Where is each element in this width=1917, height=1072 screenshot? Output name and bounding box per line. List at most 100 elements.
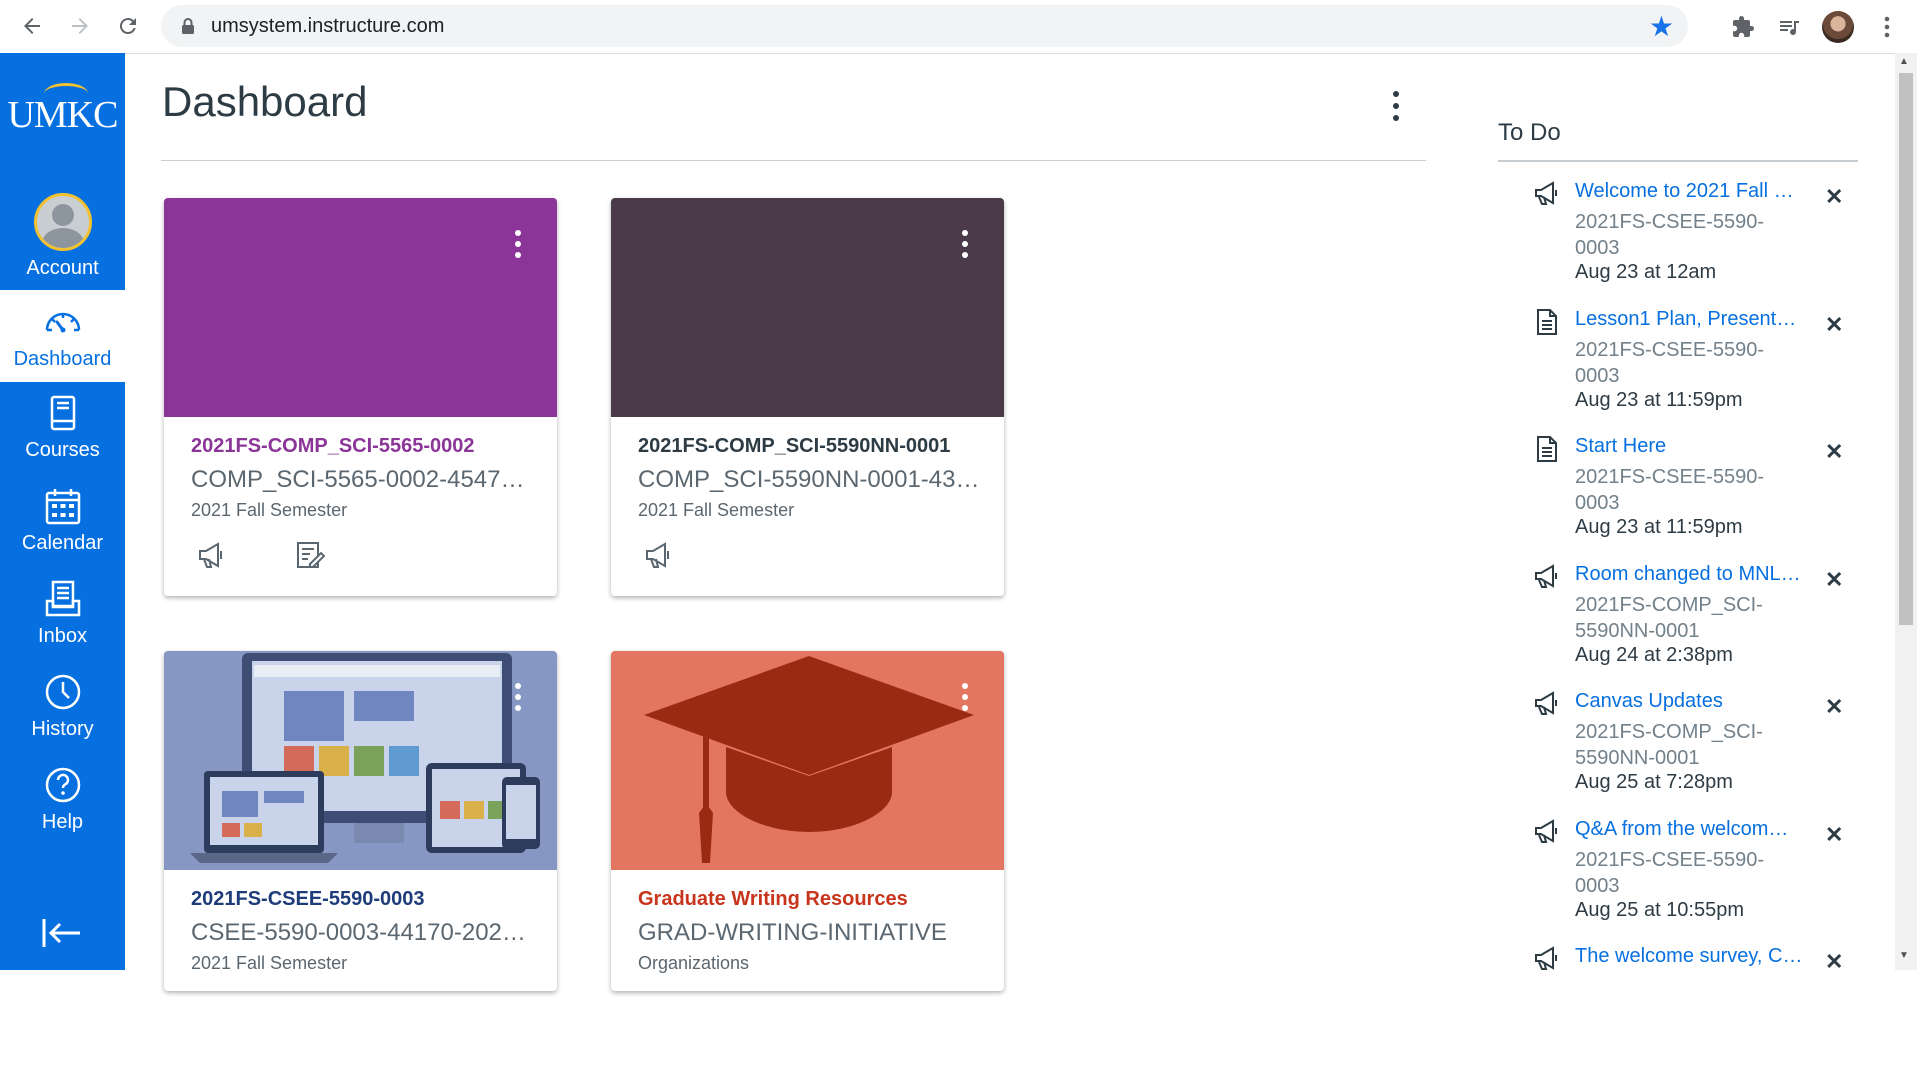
card-hero[interactable] bbox=[611, 651, 1004, 870]
todo-item-title[interactable]: Welcome to 2021 Fall Semester bbox=[1575, 180, 1805, 203]
todo-item[interactable]: The welcome survey, C… ✕ bbox=[1533, 945, 1863, 1072]
card-course-title[interactable]: 2021FS-COMP_SCI-5590NN-0001 bbox=[638, 435, 950, 458]
nav-history[interactable]: History bbox=[0, 660, 125, 752]
profile-avatar[interactable] bbox=[1822, 11, 1854, 43]
title-divider bbox=[161, 160, 1426, 161]
nav-courses[interactable]: Courses bbox=[0, 381, 125, 473]
todo-item[interactable]: Welcome to 2021 Fall Semester 2021FS-CSEE… bbox=[1533, 180, 1863, 307]
todo-item-title[interactable]: Canvas Updates bbox=[1575, 690, 1805, 713]
account-avatar-icon bbox=[33, 193, 92, 251]
todo-item[interactable]: Room changed to MNL… 2021FS-COMP_SCI-5590… bbox=[1533, 563, 1863, 690]
nav-calendar-label: Calendar bbox=[21, 532, 104, 554]
global-navigation: UMKC Account Dashboard Courses Calendar … bbox=[0, 53, 125, 970]
todo-item-date: Aug 25 at 7:28pm bbox=[1575, 771, 1733, 793]
todo-item-course: 2021FS-CSEE-5590-0003 bbox=[1575, 338, 1764, 387]
assignments-icon[interactable] bbox=[295, 540, 325, 570]
todo-item[interactable]: Start Here 2021FS-CSEE-5590-0003 Aug 23 at… bbox=[1533, 435, 1863, 562]
lock-icon[interactable] bbox=[179, 17, 197, 35]
course-card[interactable]: 2021FS-CSEE-5590-0003 CSEE-5590-0003-441… bbox=[164, 651, 557, 991]
card-term: 2021 Fall Semester bbox=[191, 500, 348, 520]
todo-item-course: 2021FS-COMP_SCI-5590NN-0001 bbox=[1575, 721, 1763, 769]
todo-item[interactable]: Canvas Updates 2021FS-COMP_SCI-5590NN-000… bbox=[1533, 690, 1863, 817]
card-hero[interactable] bbox=[164, 651, 557, 870]
nav-dashboard-label: Dashboard bbox=[13, 348, 112, 370]
course-card[interactable]: Graduate Writing Resources GRAD-WRITING-… bbox=[611, 651, 1004, 991]
announcement-megaphone-icon bbox=[1535, 946, 1557, 970]
card-options-kebab-icon[interactable] bbox=[960, 683, 970, 719]
card-term: 2021 Fall Semester bbox=[638, 500, 795, 520]
chrome-menu-icon[interactable] bbox=[1870, 10, 1904, 44]
card-course-title[interactable]: Graduate Writing Resources bbox=[638, 888, 908, 911]
scroll-down-arrow-icon[interactable]: ▼ bbox=[1899, 950, 1909, 961]
nav-help-label: Help bbox=[41, 811, 84, 833]
nav-calendar[interactable]: Calendar bbox=[0, 474, 125, 566]
card-hero[interactable] bbox=[611, 198, 1004, 417]
todo-item[interactable]: Lesson1 Plan, Presentation 2021FS-CSEE-55… bbox=[1533, 308, 1863, 435]
dismiss-x-icon[interactable]: ✕ bbox=[1825, 184, 1843, 210]
card-term: Organizations bbox=[638, 953, 750, 973]
nav-account-label: Account bbox=[26, 257, 99, 279]
media-control-icon[interactable] bbox=[1772, 10, 1806, 44]
url-text: umsystem.instructure.com bbox=[211, 15, 445, 37]
page-scrollbar[interactable]: ▲ ▼ bbox=[1895, 53, 1917, 970]
address-bar[interactable]: umsystem.instructure.com ★ bbox=[161, 5, 1688, 47]
course-card[interactable]: 2021FS-COMP_SCI-5590NN-0001 COMP_SCI-559… bbox=[611, 198, 1004, 596]
dismiss-x-icon[interactable]: ✕ bbox=[1825, 312, 1843, 338]
nav-account[interactable]: Account bbox=[0, 191, 125, 283]
dashboard-options-kebab-icon[interactable] bbox=[1386, 88, 1406, 124]
todo-heading: To Do bbox=[1498, 119, 1561, 146]
browser-toolbar: umsystem.instructure.com ★ bbox=[0, 0, 1917, 54]
dismiss-x-icon[interactable]: ✕ bbox=[1825, 694, 1843, 720]
todo-item-date: Aug 23 at 11:59pm bbox=[1575, 516, 1743, 538]
nav-dashboard[interactable]: Dashboard bbox=[0, 290, 125, 382]
card-hero[interactable] bbox=[164, 198, 557, 417]
dismiss-x-icon[interactable]: ✕ bbox=[1825, 822, 1843, 848]
course-card[interactable]: 2021FS-COMP_SCI-5565-0002 COMP_SCI-5565-… bbox=[164, 198, 557, 596]
todo-item-date: Aug 23 at 11:59pm bbox=[1575, 388, 1743, 411]
announcement-megaphone-icon[interactable] bbox=[644, 540, 674, 570]
todo-item-title[interactable]: Room changed to MNL… bbox=[1575, 563, 1805, 586]
reload-icon[interactable] bbox=[110, 8, 146, 44]
back-arrow-icon[interactable] bbox=[14, 8, 50, 44]
nav-history-label: History bbox=[31, 718, 94, 740]
todo-item-title[interactable]: Start Here bbox=[1575, 435, 1805, 458]
card-options-kebab-icon[interactable] bbox=[513, 683, 523, 719]
nav-inbox-label: Inbox bbox=[38, 625, 87, 647]
dashboard-gauge-icon bbox=[45, 312, 80, 333]
scroll-thumb[interactable] bbox=[1899, 73, 1913, 625]
card-course-code: GRAD-WRITING-INITIATIVE bbox=[638, 919, 947, 946]
nav-inbox[interactable]: Inbox bbox=[0, 567, 125, 659]
dismiss-x-icon[interactable]: ✕ bbox=[1825, 949, 1843, 975]
card-options-kebab-icon[interactable] bbox=[960, 230, 970, 266]
card-course-code: CSEE-5590-0003-44170-202… bbox=[191, 919, 526, 946]
todo-item-course: 2021FS-COMP_SCI-5590NN-0001 bbox=[1575, 593, 1763, 642]
announcement-megaphone-icon bbox=[1535, 818, 1557, 843]
page-title: Dashboard bbox=[162, 78, 368, 125]
todo-item-title[interactable]: The welcome survey, C… bbox=[1575, 945, 1805, 968]
scroll-up-arrow-icon[interactable]: ▲ bbox=[1899, 56, 1909, 67]
dismiss-x-icon[interactable]: ✕ bbox=[1825, 439, 1843, 465]
todo-item-course: 2021FS-CSEE-5590-0003 bbox=[1575, 211, 1764, 259]
calendar-icon bbox=[45, 489, 80, 525]
devices-illustration bbox=[190, 653, 540, 863]
announcement-megaphone-icon[interactable] bbox=[197, 540, 227, 570]
courses-book-icon bbox=[50, 395, 75, 431]
forward-arrow-icon[interactable] bbox=[62, 8, 98, 44]
bookmark-star-icon[interactable]: ★ bbox=[1649, 10, 1674, 43]
todo-item[interactable]: Q&A from the welcom… 2021FS-CSEE-5590-000… bbox=[1533, 818, 1863, 945]
announcement-megaphone-icon bbox=[1535, 691, 1557, 715]
card-options-kebab-icon[interactable] bbox=[513, 230, 523, 266]
help-question-icon bbox=[45, 767, 80, 803]
todo-item-title[interactable]: Lesson1 Plan, Presentation bbox=[1575, 308, 1805, 331]
card-course-title[interactable]: 2021FS-COMP_SCI-5565-0002 bbox=[191, 435, 474, 458]
card-course-code: COMP_SCI-5590NN-0001-43… bbox=[638, 466, 980, 493]
collapse-nav-icon[interactable] bbox=[40, 915, 84, 951]
todo-item-title[interactable]: Q&A from the welcom… bbox=[1575, 818, 1805, 841]
dismiss-x-icon[interactable]: ✕ bbox=[1825, 567, 1843, 593]
umkc-logo[interactable]: UMKC bbox=[0, 83, 125, 137]
nav-help[interactable]: Help bbox=[0, 753, 125, 845]
card-course-title[interactable]: 2021FS-CSEE-5590-0003 bbox=[191, 888, 424, 911]
extensions-puzzle-icon[interactable] bbox=[1726, 10, 1760, 44]
graduation-cap-illustration bbox=[644, 656, 974, 863]
inbox-icon bbox=[45, 580, 80, 617]
